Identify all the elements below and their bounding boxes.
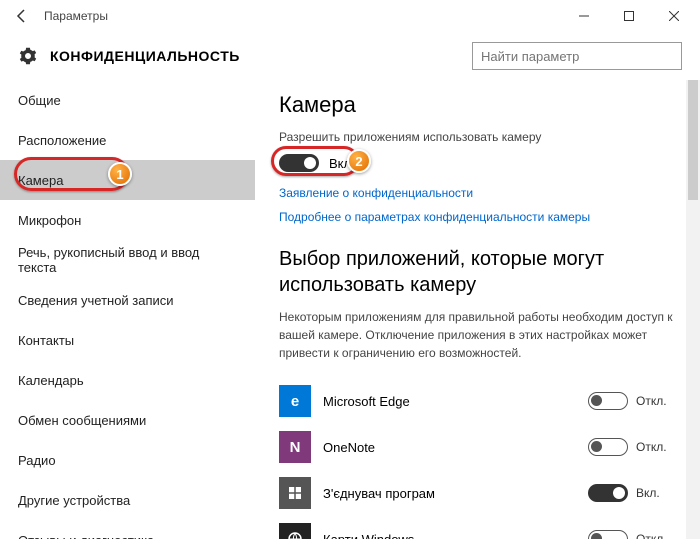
back-button[interactable] xyxy=(4,0,40,32)
app-name-label: З'єднувач програм xyxy=(323,486,588,501)
connect-icon xyxy=(279,477,311,509)
sidebar-item-feedback[interactable]: Отзывы и диагностика xyxy=(0,520,255,539)
sidebar-item-speech[interactable]: Речь, рукописный ввод и ввод текста xyxy=(0,240,255,280)
app-toggle-state: Откл. xyxy=(636,440,676,454)
master-toggle-row: Вкл. xyxy=(279,154,676,172)
sidebar-item-microphone[interactable]: Микрофон xyxy=(0,200,255,240)
sidebar-item-calendar[interactable]: Календарь xyxy=(0,360,255,400)
app-row-onenote: N OneNote Откл. xyxy=(279,424,676,470)
window-title: Параметры xyxy=(44,9,108,23)
app-toggle-state: Откл. xyxy=(636,394,676,408)
page-header: КОНФИДЕНЦИАЛЬНОСТЬ xyxy=(0,32,700,80)
app-row-connect: З'єднувач програм Вкл. xyxy=(279,470,676,516)
close-button[interactable] xyxy=(651,0,696,32)
sidebar-item-location[interactable]: Расположение xyxy=(0,120,255,160)
sidebar-item-account[interactable]: Сведения учетной записи xyxy=(0,280,255,320)
gear-icon xyxy=(18,46,38,66)
titlebar: Параметры xyxy=(0,0,700,32)
minimize-button[interactable] xyxy=(561,0,606,32)
sidebar-item-messaging[interactable]: Обмен сообщениями xyxy=(0,400,255,440)
app-toggle-connect[interactable] xyxy=(588,484,628,502)
page-title: КОНФИДЕНЦИАЛЬНОСТЬ xyxy=(50,48,240,64)
app-toggle-state: Вкл. xyxy=(636,486,676,500)
callout-number-2: 2 xyxy=(347,149,371,173)
sidebar-item-general[interactable]: Общие xyxy=(0,80,255,120)
app-name-label: Microsoft Edge xyxy=(323,394,588,409)
choose-apps-heading: Выбор приложений, которые могут использо… xyxy=(279,246,676,298)
sidebar-item-contacts[interactable]: Контакты xyxy=(0,320,255,360)
edge-icon: e xyxy=(279,385,311,417)
section-heading: Камера xyxy=(279,92,676,118)
choose-apps-description: Некоторым приложениям для правильной раб… xyxy=(279,308,676,362)
privacy-statement-link[interactable]: Заявление о конфиденциальности xyxy=(279,186,676,200)
content-pane: Камера Разрешить приложениям использоват… xyxy=(255,80,700,539)
search-input[interactable] xyxy=(472,42,682,70)
app-row-edge: e Microsoft Edge Откл. xyxy=(279,378,676,424)
allow-apps-label: Разрешить приложениям использовать камер… xyxy=(279,130,676,144)
sidebar-item-radio[interactable]: Радио xyxy=(0,440,255,480)
callout-number-1: 1 xyxy=(108,162,132,186)
app-toggle-onenote[interactable] xyxy=(588,438,628,456)
sidebar: Общие Расположение Камера Микрофон Речь,… xyxy=(0,80,255,539)
app-toggle-state: Откл. xyxy=(636,532,676,539)
app-name-label: Карти Windows xyxy=(323,532,588,539)
window-controls xyxy=(561,0,696,32)
learn-more-link[interactable]: Подробнее о параметрах конфиденциальност… xyxy=(279,210,676,224)
maximize-button[interactable] xyxy=(606,0,651,32)
scrollbar-thumb[interactable] xyxy=(688,80,698,200)
app-toggle-edge[interactable] xyxy=(588,392,628,410)
master-toggle[interactable] xyxy=(279,154,319,172)
vertical-scrollbar[interactable] xyxy=(686,80,700,539)
app-row-maps: Карти Windows Откл. xyxy=(279,516,676,539)
sidebar-item-other-devices[interactable]: Другие устройства xyxy=(0,480,255,520)
app-toggle-maps[interactable] xyxy=(588,530,628,539)
onenote-icon: N xyxy=(279,431,311,463)
app-name-label: OneNote xyxy=(323,440,588,455)
maps-icon xyxy=(279,523,311,539)
